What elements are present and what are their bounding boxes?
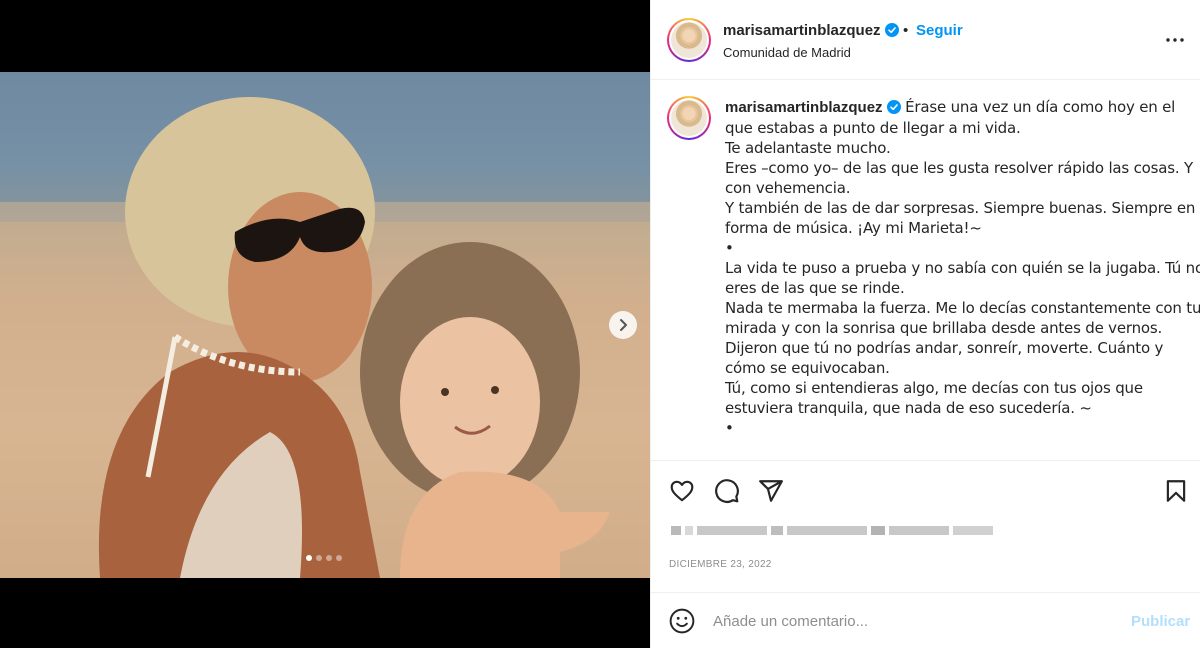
caption-line: Eres –como yo– de las que les gusta reso… [725,159,1193,177]
carousel-dot [316,555,322,561]
carousel-dots [306,555,342,561]
photo-illustration [0,72,650,578]
caption-line: cómo se equivocaban. [725,359,890,377]
carousel-next-button[interactable] [609,311,637,339]
follow-button[interactable]: Seguir [916,22,963,39]
more-options-icon[interactable] [1163,28,1187,52]
heart-icon[interactable] [669,478,695,504]
comment-bar: Publicar [651,592,1200,648]
caption-line: Te adelantaste mucho. [725,139,891,157]
comment-bubble-icon[interactable] [714,478,740,504]
carousel-dot [336,555,342,561]
caption-line: forma de música. ¡Ay mi Marieta!~ [725,219,982,237]
username-text[interactable]: marisamartinblazquez [723,22,881,39]
location-link[interactable]: Comunidad de Madrid [723,45,851,60]
caption-line: Nada te mermaba la fuerza. Me lo decías … [725,299,1200,317]
separator-dot: • [903,22,909,39]
likes-summary-blurred [669,522,1029,550]
caption-line: Dijeron que tú no podrías andar, sonreír… [725,339,1164,357]
avatar[interactable] [667,96,711,140]
post-header: marisamartinblazquez • Seguir Comunidad … [651,0,1200,80]
paper-plane-icon[interactable] [758,478,784,504]
avatar[interactable] [667,18,711,62]
caption-line: Érase una vez un día como hoy en el [905,98,1176,116]
post-media [0,0,650,648]
caption-line: que estabas a punto de llegar a mi vida. [725,119,1021,137]
caption-line: estuviera tranquila, que nada de eso suc… [725,399,1092,417]
caption-line: Tú, como si entendieras algo, me decías … [725,379,1143,397]
verified-badge-icon [884,23,899,37]
comment-input[interactable] [713,609,1113,633]
post-date[interactable]: DICIEMBRE 23, 2022 [669,559,772,570]
publish-button[interactable]: Publicar [1131,613,1190,630]
caption-line: eres de las que se rinde. [725,279,905,297]
caption-username[interactable]: marisamartinblazquez [725,99,883,116]
post-photo[interactable] [0,72,650,578]
caption-line: Y también de las de dar sorpresas. Siemp… [725,199,1196,217]
bookmark-icon[interactable] [1163,478,1189,504]
carousel-dot [326,555,332,561]
caption-line: • [725,239,734,257]
verified-badge-icon [886,100,901,114]
caption-section: marisamartinblazquez Érase una vez un dí… [651,81,1200,461]
caption-line: mirada y con la sonrisa que brillaba des… [725,319,1163,337]
caption-line: con vehemencia. [725,179,851,197]
chevron-right-icon [620,319,627,331]
post-actions [651,470,1200,510]
caption-line: La vida te puso a prueba y no sabía con … [725,259,1200,277]
caption-line: • [725,419,734,437]
username-link[interactable]: marisamartinblazquez [723,22,899,39]
caption-text: marisamartinblazquez Érase una vez un dí… [725,97,1200,438]
carousel-dot [306,555,312,561]
post-panel: marisamartinblazquez • Seguir Comunidad … [650,0,1200,648]
emoji-smiley-icon[interactable] [669,608,695,634]
